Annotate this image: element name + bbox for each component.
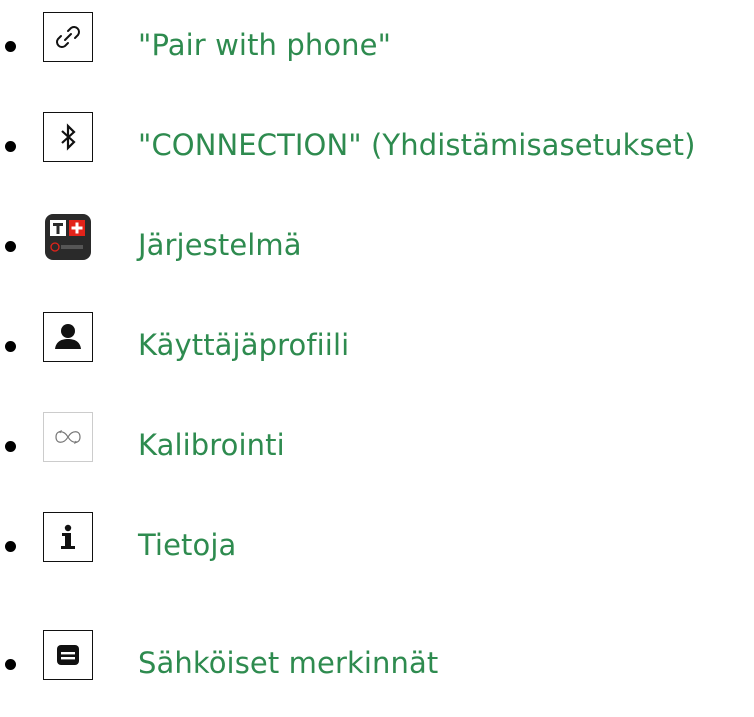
list-item-label: Käyttäjäprofiili [138, 328, 350, 362]
user-profile-icon [43, 312, 93, 362]
bullet [5, 41, 16, 52]
list-item-label: "Pair with phone" [138, 28, 392, 62]
list-item-calibration: Kalibrointi [0, 400, 754, 462]
settings-menu-list: "Pair with phone" "CONNECTION" (Yhdistäm… [0, 0, 754, 717]
list-item-label: "CONNECTION" (Yhdistämisasetukset) [138, 128, 696, 162]
bluetooth-icon [43, 112, 93, 162]
list-item-label: Sähköiset merkinnät [138, 646, 439, 680]
bullet [5, 541, 16, 552]
info-icon [43, 512, 93, 562]
bullet [5, 241, 16, 252]
t-touch-app-icon [43, 212, 93, 262]
bullet [5, 341, 16, 352]
e-labels-icon [43, 630, 93, 680]
list-item-pair-with-phone: "Pair with phone" [0, 0, 754, 62]
list-item-system: Järjestelmä [0, 200, 754, 262]
bullet [5, 141, 16, 152]
list-item-user-profile: Käyttäjäprofiili [0, 300, 754, 362]
link-icon [43, 12, 93, 62]
list-item-about: Tietoja [0, 500, 754, 562]
list-item-label: Tietoja [138, 528, 237, 562]
bullet [5, 441, 16, 452]
list-item-e-labels: Sähköiset merkinnät [0, 600, 754, 680]
list-item-label: Kalibrointi [138, 428, 285, 462]
list-item-label: Järjestelmä [138, 228, 302, 262]
calibration-icon [43, 412, 93, 462]
bullet [5, 659, 16, 670]
list-item-connection: "CONNECTION" (Yhdistämisasetukset) [0, 100, 754, 162]
